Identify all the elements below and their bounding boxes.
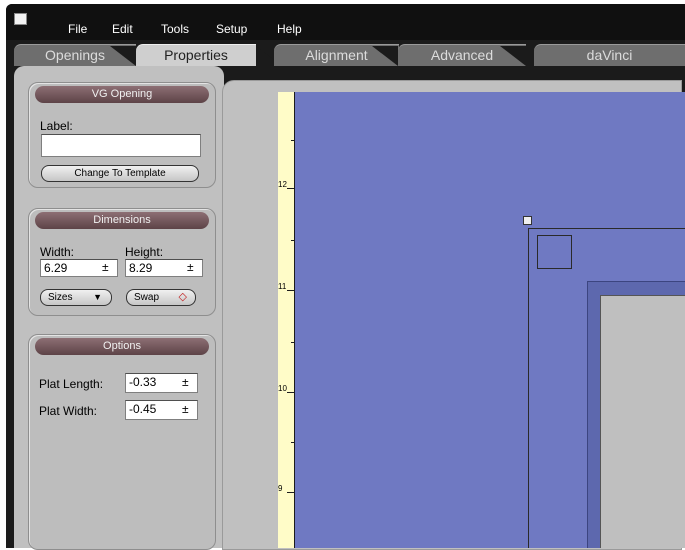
- system-menu-icon[interactable]: [14, 13, 27, 25]
- plat-length-spinner-icon[interactable]: ±: [182, 375, 189, 389]
- sizes-label: Sizes: [48, 292, 73, 303]
- height-value: 8.29: [129, 261, 153, 275]
- plat-length-value: -0.33: [129, 375, 157, 389]
- ruler-tick: [287, 392, 294, 393]
- height-spinner-icon[interactable]: ±: [187, 260, 194, 274]
- width-caption: Width:: [40, 245, 75, 259]
- swap-icon: ◇: [178, 291, 187, 303]
- ruler-tick: [287, 492, 294, 493]
- tab-properties[interactable]: Properties: [136, 44, 256, 66]
- design-canvas[interactable]: [295, 92, 685, 548]
- tab-separator: [372, 46, 398, 66]
- ruler-label: 12: [278, 180, 287, 189]
- ruler-label: 9: [278, 484, 283, 493]
- vertical-ruler[interactable]: 12 11 10 9: [278, 92, 295, 548]
- menu-setup[interactable]: Setup: [216, 22, 247, 36]
- sizes-dropdown[interactable]: Sizes ▼: [40, 289, 112, 306]
- menu-file[interactable]: File: [68, 22, 87, 36]
- plat-width-spinner-icon[interactable]: ±: [182, 402, 189, 416]
- tab-separator: [500, 46, 526, 66]
- menu-help[interactable]: Help: [277, 22, 302, 36]
- dimensions-header: Dimensions: [35, 212, 209, 229]
- menu-tools[interactable]: Tools: [161, 22, 189, 36]
- plat-width-value: -0.45: [129, 402, 157, 416]
- ruler-label: 11: [278, 282, 287, 291]
- options-header: Options: [35, 338, 209, 355]
- height-caption: Height:: [125, 245, 164, 259]
- tab-davinci[interactable]: daVinci: [534, 44, 685, 66]
- vg-opening-group: VG Opening Label: Change To Template: [28, 82, 216, 188]
- tab-separator: [110, 46, 136, 66]
- dimensions-group: Dimensions Width: Height: 6.29 ± 8.29 ± …: [28, 208, 216, 316]
- resize-handle[interactable]: [523, 216, 532, 225]
- plat-length-caption: Plat Length:: [39, 377, 104, 391]
- plat-width-caption: Plat Width:: [39, 404, 98, 418]
- selection-rect[interactable]: [537, 235, 572, 269]
- change-to-template-button[interactable]: Change To Template: [41, 165, 199, 182]
- label-input[interactable]: [41, 134, 201, 157]
- width-value: 6.29: [44, 261, 68, 275]
- label-caption: Label:: [40, 119, 73, 133]
- options-group: Options Plat Length: -0.33 ± Plat Width:…: [28, 334, 216, 550]
- mat-opening[interactable]: [600, 295, 685, 548]
- dropdown-arrow-icon: ▼: [93, 292, 102, 302]
- ruler-label: 10: [278, 384, 287, 393]
- menu-edit[interactable]: Edit: [112, 22, 133, 36]
- vg-opening-header: VG Opening: [35, 86, 209, 103]
- width-spinner-icon[interactable]: ±: [102, 260, 109, 274]
- ruler-tick: [287, 290, 294, 291]
- ruler-tick: [287, 188, 294, 189]
- swap-button[interactable]: Swap ◇: [126, 289, 196, 306]
- menu-bar: File Edit Tools Setup Help: [6, 4, 685, 40]
- swap-label: Swap: [134, 292, 160, 303]
